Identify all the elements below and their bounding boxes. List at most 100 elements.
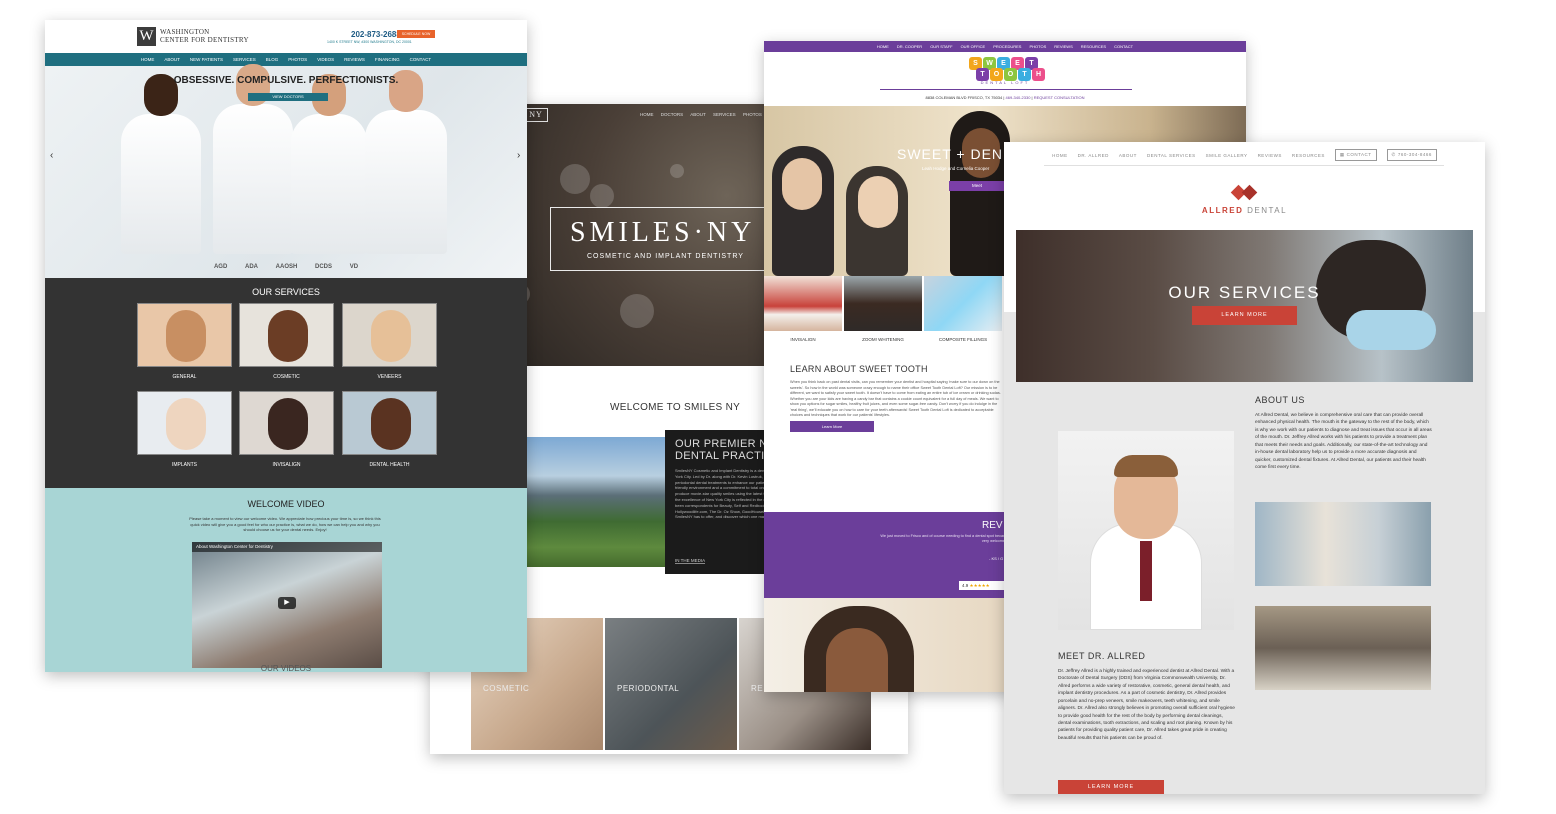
allred-hero-title: OUR SERVICES (1168, 283, 1321, 302)
wash-logo-w-icon[interactable]: W (137, 27, 156, 46)
affiliation-logo-icon: AAOSH (275, 264, 298, 270)
allred-contact-button[interactable]: ▦ CONTACT (1334, 149, 1377, 161)
wash-service-general[interactable] (137, 303, 232, 367)
chevron-left-icon[interactable]: ‹ (50, 150, 53, 161)
sweet-address: 8838 COLEMAN BLVD FRISCO, TX 75034 (925, 95, 1003, 100)
sweet-request-consultation[interactable]: REQUEST CONSULTATION (1034, 95, 1085, 100)
allred-about-heading: ABOUT US (1255, 395, 1305, 405)
sweet-nav-reviews[interactable]: REVIEWS (1054, 41, 1072, 52)
wash-service-invisalign[interactable] (239, 391, 334, 455)
smiles-nav-about[interactable]: ABOUT (690, 112, 706, 117)
wash-header: W WASHINGTON CENTER FOR DENTISTRY 202-87… (45, 20, 527, 53)
smiles-nav-doctors[interactable]: DOCTORS (661, 112, 683, 117)
wash-logo-line2: CENTER FOR DENTISTRY (160, 36, 249, 44)
chevron-right-icon[interactable]: › (517, 150, 520, 161)
sweet-hero-title: SWEET + DEN (897, 146, 1004, 162)
sweet-tile-zoom-whitening[interactable] (844, 276, 922, 331)
sweet-nav-office[interactable]: OUR OFFICE (961, 41, 986, 52)
wash-tagline: OBSESSIVE. COMPULSIVE. PERFECTIONISTS. (173, 75, 399, 86)
allred-meet-heading: MEET DR. ALLRED (1058, 651, 1146, 661)
wash-logo-line1: WASHINGTON (160, 28, 210, 36)
sweet-hero-meet-button[interactable]: Meet (949, 181, 1005, 191)
smiles-nav-services[interactable]: SERVICES (713, 112, 736, 117)
smiles-logo-subtitle: COSMETIC AND IMPLANT DENTISTRY (587, 253, 744, 260)
sweet-nav-photos[interactable]: PHOTOS (1029, 41, 1046, 52)
allred-nav-about[interactable]: ABOUT (1119, 153, 1137, 158)
wash-nav-home[interactable]: HOME (141, 53, 155, 66)
rating-stars-icon: ★★★★★ (969, 583, 990, 588)
wash-service-cosmetic[interactable] (239, 303, 334, 367)
wash-nav-new-patients[interactable]: NEW PATIENTS (190, 53, 223, 66)
allred-team-photo (1255, 502, 1431, 586)
wash-welcome-video[interactable]: About Washington Center for Dentistry ▶ (192, 542, 382, 668)
wash-nav-videos[interactable]: VIDEOS (317, 53, 334, 66)
allred-nav-reviews[interactable]: REVIEWS (1258, 153, 1282, 158)
wash-services-heading: OUR SERVICES (252, 287, 320, 297)
allred-nav-divider (1044, 165, 1444, 166)
allred-brand-name: ALLRED (1201, 206, 1244, 215)
sweet-learn-more-button[interactable]: Learn More (790, 421, 874, 432)
wash-service-label: GENERAL (172, 374, 197, 380)
wash-service-veneers[interactable] (342, 303, 437, 367)
sweet-tile-label: INVISALIGN (790, 337, 816, 342)
sweet-tile-composite-fillings[interactable] (924, 276, 1002, 331)
wash-phone[interactable]: 202-873-2688 (351, 30, 401, 39)
sweet-nav-resources[interactable]: RESOURCES (1081, 41, 1106, 52)
calendar-icon: ▦ (1339, 152, 1345, 157)
wash-nav-photos[interactable]: PHOTOS (288, 53, 307, 66)
allred-doctor-photo (1058, 431, 1234, 630)
smiles-nav-photos[interactable]: PHOTOS (743, 112, 762, 117)
wash-logo-text[interactable]: WASHINGTON CENTER FOR DENTISTRY (160, 28, 249, 44)
allred-phone-label: 760-304-8466 (1397, 152, 1432, 157)
wash-nav-reviews[interactable]: REVIEWS (344, 53, 365, 66)
wash-service-dental-health[interactable] (342, 391, 437, 455)
sweet-logo-dental-loft: DENTAL LOFT (980, 80, 1030, 85)
smiles-nav-home[interactable]: HOME (640, 112, 654, 117)
wash-affiliation-logos: AGD ADA AAOSH DCDS VD (45, 257, 527, 278)
allred-hero-image: OUR SERVICES LEARN MORE (1016, 230, 1473, 382)
wash-service-label: INVISALIGN (272, 462, 301, 468)
smiles-welcome-heading: WELCOME TO SMILES NY (610, 402, 741, 413)
smiles-photo-periodontal[interactable]: PERIODONTAL (605, 618, 737, 750)
wash-nav: HOME ABOUT NEW PATIENTS SERVICES BLOG PH… (45, 53, 527, 66)
sweet-nav-home[interactable]: HOME (877, 41, 889, 52)
sweet-review-author: - KS / G (989, 556, 1004, 561)
sweet-phone[interactable]: 469-340-2330 (1006, 95, 1031, 100)
wash-nav-contact[interactable]: CONTACT (410, 53, 431, 66)
allred-office-photo (1255, 606, 1431, 690)
wash-service-implants[interactable] (137, 391, 232, 455)
sweet-nav-procedures[interactable]: PROCEDURES (993, 41, 1021, 52)
allred-dental-website-card: HOME DR. ALLRED ABOUT DENTAL SERVICES SM… (1004, 142, 1485, 794)
sweet-tile-label: ZOOM! WHITENING (862, 337, 904, 342)
allred-learn-more-button[interactable]: LEARN MORE (1058, 780, 1164, 794)
sweet-address-bar: 8838 COLEMAN BLVD FRISCO, TX 75034 | 469… (925, 95, 1085, 100)
allred-nav-services[interactable]: DENTAL SERVICES (1147, 153, 1196, 158)
sweet-nav-contact[interactable]: CONTACT (1114, 41, 1133, 52)
sweet-nav-staff[interactable]: OUR STAFF (930, 41, 952, 52)
sweet-reviews-heading: REV (982, 520, 1003, 531)
wash-nav-blog[interactable]: BLOG (266, 53, 279, 66)
wash-schedule-button[interactable]: SCHEDULE NOW (397, 30, 435, 38)
play-icon[interactable]: ▶ (278, 597, 296, 609)
wash-nav-about[interactable]: ABOUT (164, 53, 180, 66)
allred-nav-resources[interactable]: RESOURCES (1292, 153, 1325, 158)
sweet-hero-subtitle: Leah Hodge and Cornelia Cooper (922, 166, 990, 171)
smiles-in-the-media-link[interactable]: IN THE MEDIA (675, 558, 706, 564)
allred-nav-gallery[interactable]: SMILE GALLERY (1206, 153, 1248, 158)
allred-hero-learn-more-button[interactable]: LEARN MORE (1192, 306, 1297, 325)
wash-welcome-heading: WELCOME VIDEO (247, 499, 325, 509)
allred-nav-dr-allred[interactable]: DR. ALLRED (1078, 153, 1109, 158)
wash-view-doctors-button[interactable]: VIEW DOCTORS (248, 93, 328, 101)
wash-services-section: OUR SERVICES GENERAL COSMETIC VENEERS IM… (45, 278, 527, 488)
phone-icon: ✆ (1391, 152, 1396, 157)
smiles-photo-label: COSMETIC (483, 684, 530, 693)
wash-nav-financing[interactable]: FINANCING (375, 53, 400, 66)
sweet-nav-dr-cooper[interactable]: DR. COOPER (897, 41, 922, 52)
sweet-tile-invisalign[interactable] (764, 276, 842, 331)
allred-nav-home[interactable]: HOME (1052, 153, 1068, 158)
smiles-city-photo (527, 437, 667, 567)
smiles-small-logo[interactable]: NY (524, 108, 548, 122)
allred-phone-button[interactable]: ✆ 760-304-8466 (1386, 149, 1437, 161)
smiles-photo-label: PERIODONTAL (617, 684, 680, 693)
affiliation-logo-icon: DCDS (315, 264, 333, 270)
